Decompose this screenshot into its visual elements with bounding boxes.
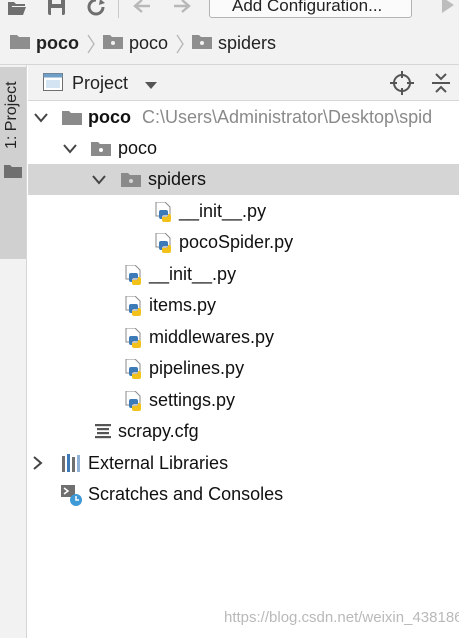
save-icon[interactable] (46, 0, 68, 18)
tool-window-strip: 1: Project (0, 65, 27, 638)
open-folder-icon[interactable] (6, 0, 28, 18)
chevron-down-icon[interactable] (34, 111, 48, 129)
tree-row-label: poco (88, 107, 131, 127)
chevron-down-icon[interactable] (63, 142, 77, 160)
breadcrumb-label: poco (36, 33, 79, 53)
tree-row-project-root[interactable]: poco C:\Users\Administrator\Desktop\spid (28, 102, 459, 133)
tree-row-label: External Libraries (88, 453, 229, 473)
tree-row-package[interactable]: spiders (28, 164, 459, 195)
tree-row-label: poco (118, 138, 158, 158)
project-view-icon (43, 73, 63, 96)
tree-row-label: __init__.py (179, 201, 267, 221)
tree-row-label: items.py (149, 295, 217, 315)
chevron-right-icon[interactable] (32, 456, 44, 475)
tree-row-file[interactable]: __init__.py (28, 259, 459, 290)
tree-row-file[interactable]: scrapy.cfg (28, 416, 459, 447)
tree-row-label: pipelines.py (149, 358, 245, 378)
tree-row-label: scrapy.cfg (118, 421, 199, 441)
package-folder-icon (91, 139, 111, 162)
run-icon[interactable] (440, 0, 456, 22)
tree-row-file[interactable]: middlewares.py (28, 322, 459, 353)
config-file-icon (94, 422, 112, 445)
project-panel-header: Project (28, 65, 459, 101)
python-file-icon (124, 295, 144, 321)
module-folder-icon (10, 33, 30, 54)
breadcrumb-label: poco (129, 33, 169, 53)
toolbar-separator (118, 0, 119, 18)
package-folder-icon (192, 33, 212, 54)
scratches-console-icon (61, 485, 83, 512)
main-toolbar: Add Configuration... (0, 0, 459, 22)
breadcrumb-item-poco[interactable]: poco (103, 22, 168, 65)
python-file-icon (154, 232, 174, 258)
add-configuration-label: Add Configuration... (232, 0, 383, 15)
tree-row-label: spiders (148, 169, 207, 189)
project-tab-label: 1: Project (3, 81, 20, 149)
forward-arrow-icon[interactable] (171, 0, 193, 18)
package-folder-icon (103, 33, 123, 54)
project-tree: poco C:\Users\Administrator\Desktop\spid… (28, 101, 459, 638)
collapse-all-icon[interactable] (430, 71, 452, 100)
python-file-icon (124, 358, 144, 384)
back-arrow-icon[interactable] (131, 0, 153, 18)
tree-row-label: pocoSpider.py (179, 232, 294, 252)
project-tool-window-tab[interactable]: 1: Project (0, 67, 26, 259)
package-folder-icon (121, 170, 141, 193)
tree-row-file[interactable]: pocoSpider.py (28, 227, 459, 258)
breadcrumb-item-spiders[interactable]: spiders (192, 22, 276, 65)
tree-row-label: settings.py (149, 390, 236, 410)
libraries-icon (61, 454, 83, 477)
tree-row-file[interactable]: settings.py (28, 385, 459, 416)
python-file-icon (124, 264, 144, 290)
module-folder-icon (62, 108, 82, 131)
tree-row-file[interactable]: pipelines.py (28, 353, 459, 384)
dropdown-caret-icon[interactable] (144, 78, 158, 96)
chevron-down-icon[interactable] (92, 173, 106, 191)
tree-row-label: Scratches and Consoles (88, 484, 284, 504)
python-file-icon (154, 201, 174, 227)
add-configuration-button[interactable]: Add Configuration... (209, 0, 412, 18)
tree-row-package[interactable]: poco (28, 133, 459, 164)
tree-row-label: __init__.py (149, 264, 237, 284)
tree-row-file[interactable]: items.py (28, 290, 459, 321)
locate-target-icon[interactable] (390, 71, 414, 100)
tree-row-scratches[interactable]: Scratches and Consoles (28, 479, 459, 510)
tree-row-external-libraries[interactable]: External Libraries (28, 448, 459, 479)
breadcrumb-item-poco-root[interactable]: poco (10, 22, 79, 65)
panel-title[interactable]: Project (72, 65, 128, 101)
tree-row-file[interactable]: __init__.py (28, 196, 459, 227)
python-file-icon (124, 390, 144, 416)
project-path: C:\Users\Administrator\Desktop\spid (142, 107, 433, 127)
folder-icon (4, 164, 22, 183)
watermark: https://blog.csdn.net/weixin_43818603 (224, 609, 459, 626)
breadcrumb-separator-icon (86, 33, 96, 60)
python-file-icon (124, 327, 144, 353)
breadcrumb-label: spiders (218, 33, 277, 53)
sync-icon[interactable] (85, 0, 107, 18)
breadcrumb: poco poco spiders (0, 22, 459, 65)
tree-row-label: middlewares.py (149, 327, 275, 347)
breadcrumb-separator-icon (175, 33, 185, 60)
